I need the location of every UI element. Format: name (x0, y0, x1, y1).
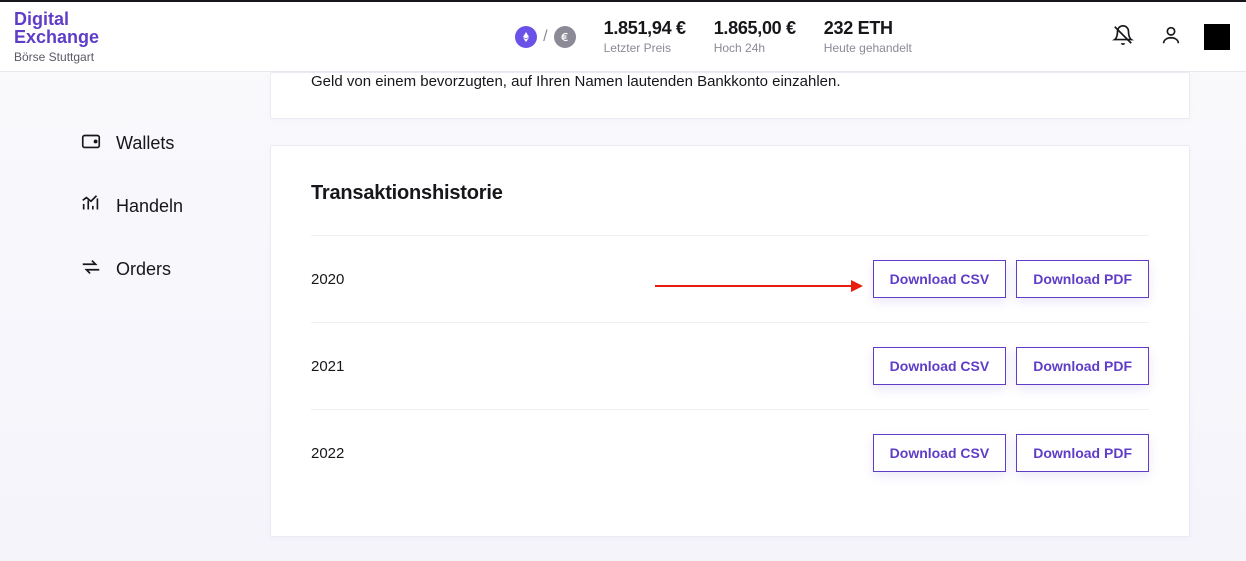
download-csv-button[interactable]: Download CSV (873, 347, 1007, 385)
download-csv-button[interactable]: Download CSV (873, 434, 1007, 472)
download-csv-button[interactable]: Download CSV (873, 260, 1007, 298)
logo-line2: Exchange (14, 28, 99, 46)
currency-pair[interactable]: / (515, 26, 575, 48)
sidebar-item-label: Handeln (116, 196, 183, 217)
high-24h-value: 1.865,00 € (714, 18, 796, 39)
annotation-arrow (655, 280, 863, 292)
last-price-label: Letzter Preis (604, 41, 686, 55)
stat-high-24h: 1.865,00 € Hoch 24h (714, 18, 796, 55)
history-year: 2021 (311, 358, 344, 375)
avatar[interactable] (1204, 24, 1230, 50)
history-year: 2022 (311, 445, 344, 462)
download-pdf-button[interactable]: Download PDF (1016, 434, 1149, 472)
last-price-value: 1.851,94 € (604, 18, 686, 39)
row-buttons: Download CSV Download PDF (873, 434, 1149, 472)
pair-separator: / (543, 28, 547, 46)
sidebar-item-label: Orders (116, 259, 171, 280)
account-button[interactable] (1156, 20, 1186, 53)
bell-off-icon (1112, 34, 1134, 49)
notifications-button[interactable] (1108, 20, 1138, 53)
orders-icon (80, 256, 102, 283)
main-column: Geld von einem bevorzugten, auf Ihren Na… (270, 72, 1246, 537)
euro-icon (554, 26, 576, 48)
card-title: Transaktionshistorie (311, 182, 1149, 205)
volume-label: Heute gehandelt (824, 41, 912, 55)
sidebar-item-orders[interactable]: Orders (80, 238, 270, 301)
sidebar-item-wallets[interactable]: Wallets (80, 112, 270, 175)
history-year: 2020 (311, 271, 344, 288)
row-buttons: Download CSV Download PDF (873, 260, 1149, 298)
row-buttons: Download CSV Download PDF (873, 347, 1149, 385)
user-icon (1160, 34, 1182, 49)
stat-last-price: 1.851,94 € Letzter Preis (604, 18, 686, 55)
transaction-history-card: Transaktionshistorie 2020 Download CSV D… (270, 145, 1190, 537)
market-stats: / 1.851,94 € Letzter Preis 1.865,00 € Ho… (515, 18, 912, 55)
history-row: 2022 Download CSV Download PDF (311, 409, 1149, 496)
arrow-line (655, 285, 851, 287)
topbar: Digital Exchange Börse Stuttgart / 1.851… (0, 0, 1246, 72)
sidebar-item-label: Wallets (116, 133, 174, 154)
logo[interactable]: Digital Exchange Börse Stuttgart (14, 10, 99, 64)
chart-icon (80, 193, 102, 220)
sidebar: Wallets Handeln Orders (0, 72, 270, 537)
download-pdf-button[interactable]: Download PDF (1016, 347, 1149, 385)
history-row: 2020 Download CSV Download PDF (311, 235, 1149, 322)
stat-volume: 232 ETH Heute gehandelt (824, 18, 912, 55)
download-pdf-button[interactable]: Download PDF (1016, 260, 1149, 298)
volume-value: 232 ETH (824, 18, 912, 39)
topbar-right (1108, 20, 1230, 53)
history-row: 2021 Download CSV Download PDF (311, 322, 1149, 409)
banner-text: Geld von einem bevorzugten, auf Ihren Na… (311, 73, 1149, 90)
sidebar-item-trade[interactable]: Handeln (80, 175, 270, 238)
high-24h-label: Hoch 24h (714, 41, 796, 55)
info-banner: Geld von einem bevorzugten, auf Ihren Na… (270, 72, 1190, 119)
arrow-head-icon (851, 280, 863, 292)
eth-icon (515, 26, 537, 48)
logo-sub: Börse Stuttgart (14, 50, 99, 64)
logo-line1: Digital (14, 10, 99, 28)
wallet-icon (80, 130, 102, 157)
